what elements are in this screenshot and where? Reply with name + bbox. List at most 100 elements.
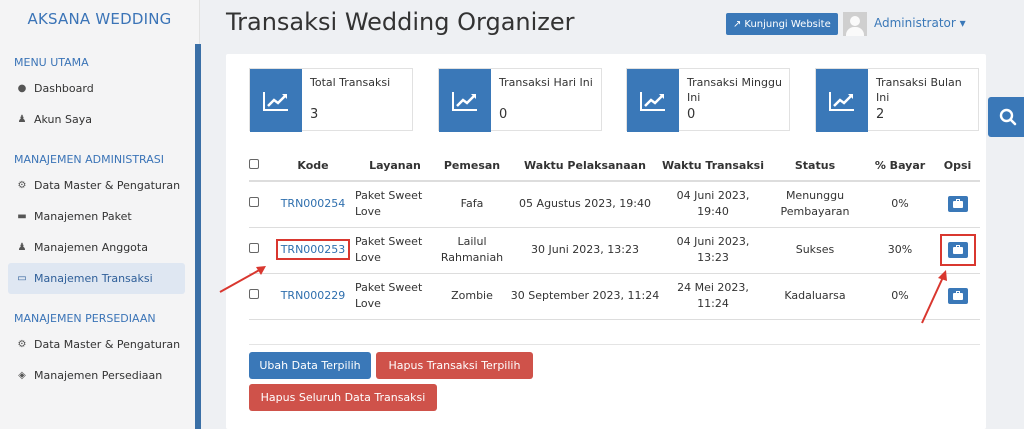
briefcase-icon[interactable] (947, 196, 968, 213)
stat-transaksi-minggu-ini: Transaksi Minggu Ini 0 (626, 68, 790, 132)
section-menu-utama: MENU UTAMA (14, 56, 89, 69)
caret-down-icon: ▾ (955, 16, 966, 30)
content-panel: Total Transaksi 3 Transaksi Hari Ini 0 T… (226, 54, 986, 429)
update-selected-button[interactable]: Ubah Data Terpilih (249, 352, 371, 379)
chart-trend-icon (250, 69, 302, 132)
stat-transaksi-bulan-ini: Transaksi Bulan Ini 2 (815, 68, 979, 132)
col-waktu-pelaksanaan[interactable]: Waktu Pelaksanaan (509, 151, 661, 182)
cell-status: Sukses (765, 227, 865, 274)
kode-link[interactable]: TRN000254 (281, 197, 346, 210)
sidebar-item-data-master[interactable]: ⚙ Data Master & Pengaturan (8, 170, 185, 201)
external-link-icon: ↗ (733, 18, 742, 30)
sidebar-item-label: Manajemen Persediaan (34, 369, 163, 382)
book-icon: ▬ (17, 211, 27, 222)
table-header-row: Kode Layanan Pemesan Waktu Pelaksanaan W… (249, 151, 980, 182)
sidebar-item-data-master-persediaan[interactable]: ⚙ Data Master & Pengaturan (8, 329, 185, 360)
cell-layanan: Paket Sweet Love (355, 273, 435, 320)
sidebar-item-manajemen-transaksi[interactable]: ▭ Manajemen Transaksi (8, 263, 185, 294)
user-name: Administrator (874, 16, 956, 30)
cell-bayar: 0% (865, 273, 935, 320)
sidebar-item-label: Manajemen Transaksi (34, 272, 153, 285)
sidebar-item-akun-saya[interactable]: ♟ Akun Saya (8, 104, 185, 135)
sidebar-item-manajemen-persediaan[interactable]: ◈ Manajemen Persediaan (8, 360, 185, 391)
col-bayar[interactable]: % Bayar (865, 151, 935, 182)
briefcase-icon[interactable] (947, 242, 968, 258)
search-icon (999, 108, 1017, 126)
cubes-icon: ◈ (18, 370, 26, 381)
cell-pemesan: Fafa (435, 181, 509, 228)
stat-transaksi-hari-ini: Transaksi Hari Ini 0 (438, 68, 602, 132)
sidebar: AKSANA WEDDING MENU UTAMA ● Dashboard ♟ … (0, 0, 200, 429)
divider (249, 344, 980, 345)
col-kode[interactable]: Kode (271, 151, 355, 182)
cell-waktu-transaksi: 04 Juni 2023, 19:40 (661, 181, 765, 228)
stat-value: 3 (310, 107, 319, 122)
col-waktu-transaksi[interactable]: Waktu Transaksi (661, 151, 765, 182)
cell-waktu-pelaksanaan: 05 Agustus 2023, 19:40 (509, 181, 661, 228)
cell-waktu-transaksi: 24 Mei 2023, 11:24 (661, 273, 765, 320)
select-all-checkbox[interactable] (249, 151, 271, 182)
cogs-icon: ⚙ (17, 180, 27, 191)
delete-all-button[interactable]: Hapus Seluruh Data Transaksi (249, 384, 437, 411)
stat-label: Transaksi Bulan Ini (876, 76, 962, 104)
sidebar-item-label: Data Master & Pengaturan (34, 179, 181, 192)
sidebar-item-label: Dashboard (34, 82, 94, 95)
cell-status: Menunggu Pembayaran (765, 181, 865, 228)
stat-value: 0 (687, 107, 696, 122)
stat-value: 0 (499, 107, 508, 122)
cell-status: Kadaluarsa (765, 273, 865, 320)
cell-waktu-pelaksanaan: 30 Juni 2023, 13:23 (509, 227, 661, 274)
section-manajemen-administrasi: MANAJEMEN ADMINISTRASI (14, 153, 164, 166)
sidebar-item-label: Data Master & Pengaturan (34, 338, 181, 351)
sidebar-item-manajemen-paket[interactable]: ▬ Manajemen Paket (8, 201, 185, 232)
cogs-icon: ⚙ (17, 339, 27, 350)
row-checkbox[interactable] (249, 227, 271, 274)
stat-value: 2 (876, 107, 885, 122)
visit-website-label: Kunjungi Website (744, 18, 831, 30)
cell-waktu-transaksi: 04 Juni 2023, 13:23 (661, 227, 765, 274)
row-checkbox[interactable] (249, 273, 271, 320)
transactions-table: Kode Layanan Pemesan Waktu Pelaksanaan W… (249, 151, 980, 320)
col-status[interactable]: Status (765, 151, 865, 182)
opsi-highlight (939, 234, 976, 266)
table-row: TRN000229 Paket Sweet Love Zombie 30 Sep… (249, 273, 980, 320)
stat-label: Transaksi Hari Ini (499, 76, 593, 89)
kode-link[interactable]: TRN000253 (275, 239, 351, 260)
sidebar-scrollbar[interactable] (195, 44, 201, 429)
cell-bayar: 0% (865, 181, 935, 228)
avatar[interactable] (843, 12, 867, 36)
user-menu[interactable]: Administrator ▾ (874, 16, 966, 30)
chart-trend-icon (439, 69, 491, 132)
row-checkbox[interactable] (249, 181, 271, 228)
delete-selected-button[interactable]: Hapus Transaksi Terpilih (376, 352, 533, 379)
cell-layanan: Paket Sweet Love (355, 181, 435, 228)
sidebar-item-manajemen-anggota[interactable]: ♟ Manajemen Anggota (8, 232, 185, 263)
briefcase-icon[interactable] (947, 288, 968, 304)
sidebar-item-label: Akun Saya (34, 113, 92, 126)
table-row: TRN000254 Paket Sweet Love Fafa 05 Agust… (249, 181, 980, 228)
chart-trend-icon (627, 69, 679, 132)
user-icon: ♟ (17, 114, 27, 125)
page-title: Transaksi Wedding Organizer (226, 8, 575, 36)
chart-trend-icon (816, 69, 868, 132)
cart-icon: ▭ (17, 273, 27, 284)
brand-logo[interactable]: AKSANA WEDDING (0, 0, 199, 38)
stat-label: Total Transaksi (310, 76, 391, 89)
kode-link[interactable]: TRN000229 (281, 289, 346, 302)
sidebar-item-dashboard[interactable]: ● Dashboard (8, 73, 185, 104)
visit-website-button[interactable]: ↗ Kunjungi Website (726, 13, 838, 35)
col-opsi: Opsi (935, 151, 980, 182)
cell-pemesan: Lailul Rahmaniah (435, 227, 509, 274)
cell-waktu-pelaksanaan: 30 September 2023, 11:24 (509, 273, 661, 320)
col-layanan[interactable]: Layanan (355, 151, 435, 182)
cell-pemesan: Zombie (435, 273, 509, 320)
globe-icon: ● (17, 83, 27, 94)
cell-bayar: 30% (865, 227, 935, 274)
stat-total-transaksi: Total Transaksi 3 (249, 68, 413, 132)
search-button[interactable] (988, 97, 1024, 137)
sidebar-item-label: Manajemen Paket (34, 210, 132, 223)
table-row: TRN000253 Paket Sweet Love Lailul Rahman… (249, 227, 980, 274)
sidebar-item-label: Manajemen Anggota (34, 241, 148, 254)
col-pemesan[interactable]: Pemesan (435, 151, 509, 182)
users-icon: ♟ (17, 242, 27, 253)
